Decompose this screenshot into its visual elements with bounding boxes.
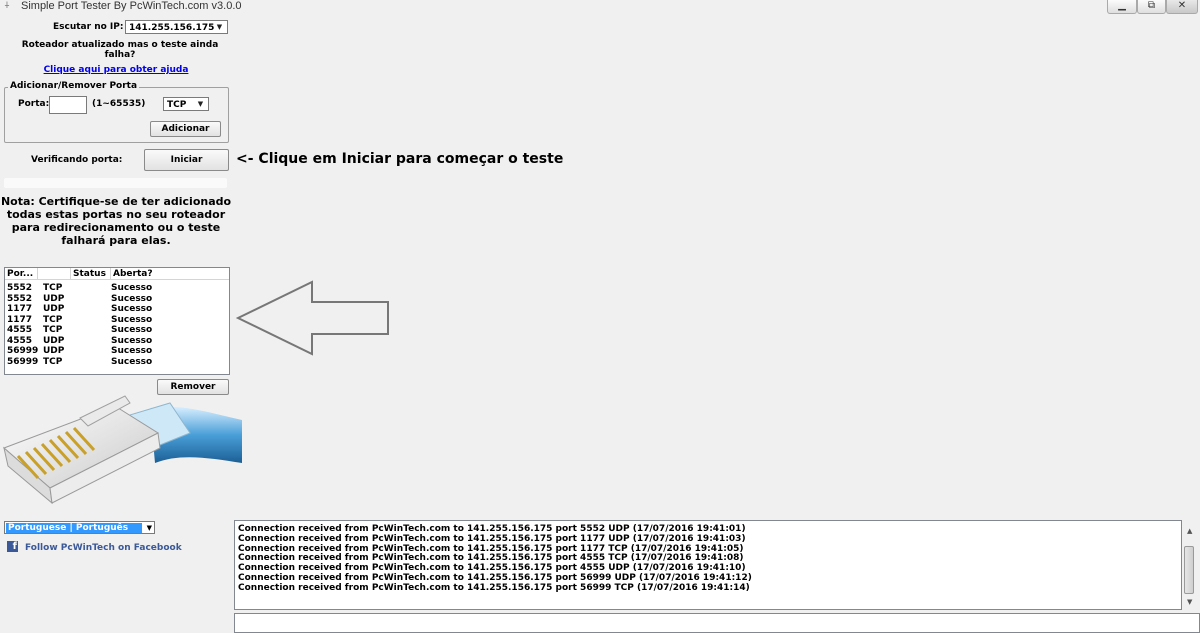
log-line: Connection received from PcWinTech.com t… — [238, 543, 744, 554]
scroll-down-icon[interactable]: ▼ — [1187, 598, 1192, 606]
cell-open: Sucesso — [111, 293, 153, 304]
column-header-status[interactable]: Status — [71, 268, 111, 280]
cell-open: Sucesso — [111, 304, 153, 314]
language-select[interactable]: Portuguese | Português ▼ — [4, 521, 155, 534]
table-row[interactable]: 5552 UDP Sucesso — [5, 294, 229, 304]
port-groupbox-legend: Adicionar/Remover Porta — [8, 81, 140, 91]
cell-port: 4555 — [7, 325, 33, 335]
cell-proto: UDP — [43, 304, 65, 314]
cell-proto: TCP — [43, 325, 63, 335]
ethernet-cable-image — [3, 395, 242, 505]
table-row[interactable]: 4555 TCP Sucesso — [5, 325, 229, 335]
cell-open: Sucesso — [111, 325, 153, 335]
cell-proto: UDP — [43, 335, 65, 346]
listen-ip-label: Escutar no IP: — [53, 22, 124, 32]
cell-port: 1177 — [7, 314, 33, 325]
listen-ip-select[interactable]: 141.255.156.175 ▼ — [125, 20, 228, 34]
cell-port: 4555 — [7, 335, 33, 346]
chevron-down-icon: ▼ — [146, 524, 152, 532]
language-value: Portuguese | Português — [6, 523, 142, 533]
connection-log[interactable]: Connection received from PcWinTech.com t… — [234, 520, 1182, 610]
cell-port: 5552 — [7, 283, 33, 293]
warning-note: Nota: Certifique-se de ter adicionado to… — [0, 195, 232, 247]
table-row[interactable]: 1177 TCP Sucesso — [5, 315, 229, 325]
window-title: Simple Port Tester By PcWinTech.com v3.0… — [21, 0, 242, 12]
log-line: Connection received from PcWinTech.com t… — [238, 533, 746, 544]
warning-line1: Nota: Certifique-se de ter adicionado — [0, 195, 232, 208]
cell-proto: TCP — [43, 283, 63, 293]
protocol-select[interactable]: TCP ▼ — [163, 97, 209, 111]
table-row[interactable]: 56999 TCP Sucesso — [5, 357, 229, 367]
column-header-port[interactable]: Por... — [5, 268, 38, 280]
cell-proto: TCP — [43, 314, 63, 325]
cell-open: Sucesso — [111, 356, 153, 367]
port-input[interactable] — [49, 96, 87, 114]
cell-proto: TCP — [43, 356, 63, 367]
facebook-link[interactable]: Follow PcWinTech on Facebook — [25, 543, 182, 553]
chevron-down-icon: ▼ — [216, 23, 223, 31]
facebook-icon[interactable]: f — [7, 541, 18, 552]
table-row[interactable]: 5552 TCP Sucesso — [5, 283, 229, 293]
cell-port: 1177 — [7, 304, 33, 314]
scroll-up-icon[interactable]: ▲ — [1187, 527, 1192, 535]
table-row[interactable]: 1177 UDP Sucesso — [5, 304, 229, 314]
log-line: Connection received from PcWinTech.com t… — [238, 563, 746, 574]
log-line: Connection received from PcWinTech.com t… — [238, 524, 746, 534]
app-icon: ⍭ — [4, 0, 10, 11]
cell-proto: UDP — [43, 293, 65, 304]
table-row[interactable]: 4555 UDP Sucesso — [5, 336, 229, 346]
cell-port: 5552 — [7, 293, 33, 304]
protocol-value: TCP — [167, 100, 187, 110]
column-header-open[interactable]: Aberta? — [111, 268, 229, 280]
port-range-hint: (1~65535) — [92, 99, 146, 109]
listen-ip-value: 141.255.156.175 — [129, 23, 215, 33]
add-port-button[interactable]: Adicionar — [150, 121, 221, 137]
cell-port: 56999 — [7, 346, 39, 356]
chevron-down-icon: ▼ — [197, 100, 204, 108]
column-header-protocol[interactable] — [38, 268, 71, 280]
warning-line3: para redirecionamento ou o teste — [11, 221, 221, 234]
message-input[interactable] — [234, 613, 1200, 633]
close-button[interactable]: ✕ — [1166, 0, 1198, 14]
cell-open: Sucesso — [111, 314, 153, 325]
log-scroll-thumb[interactable] — [1184, 546, 1194, 594]
log-line: Connection received from PcWinTech.com t… — [238, 553, 744, 564]
ports-table[interactable]: Por... Status Aberta? 5552 TCP Sucesso 5552… — [4, 267, 230, 375]
port-label: Porta: — [18, 99, 50, 109]
maximize-button[interactable]: ⧉ — [1137, 0, 1166, 14]
warning-line2: todas estas portas no seu roteador — [6, 208, 226, 221]
cell-port: 56999 — [7, 356, 39, 367]
start-hint: <- Clique em Iniciar para começar o test… — [236, 151, 564, 167]
start-button[interactable]: Iniciar — [144, 149, 229, 171]
router-note-line1: Roteador atualizado mas o teste ainda — [21, 40, 219, 50]
minimize-button[interactable]: ▁ — [1107, 0, 1137, 14]
help-link[interactable]: Clique aqui para obter ajuda — [0, 65, 232, 75]
table-row[interactable]: 56999 UDP Sucesso — [5, 346, 229, 356]
verify-label: Verificando porta: — [31, 155, 123, 165]
warning-line4: falhará para elas. — [61, 234, 171, 247]
progress-bar — [4, 178, 227, 188]
router-note-line2: falha? — [104, 50, 136, 60]
cell-open: Sucesso — [111, 335, 153, 346]
left-arrow-icon — [236, 280, 389, 356]
cell-open: Sucesso — [111, 283, 153, 293]
log-line: Connection received from PcWinTech.com t… — [238, 573, 752, 583]
cell-proto: UDP — [43, 346, 65, 356]
log-line: Connection received from PcWinTech.com t… — [238, 582, 750, 593]
cell-open: Sucesso — [111, 346, 153, 356]
